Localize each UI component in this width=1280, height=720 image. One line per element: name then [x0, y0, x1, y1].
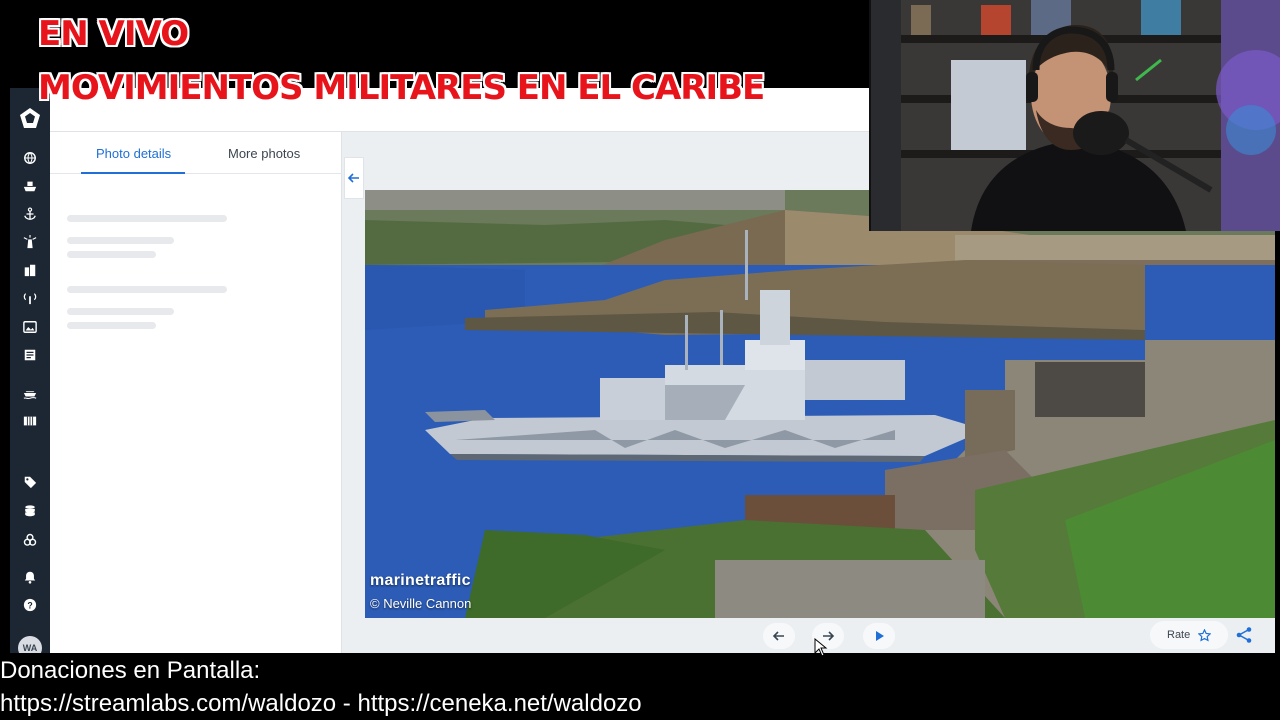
loading-placeholder [67, 286, 227, 293]
lighthouse-icon[interactable] [22, 234, 38, 250]
tab-more-photos[interactable]: More photos [228, 146, 300, 161]
bell-icon[interactable] [22, 569, 38, 585]
ship-icon[interactable] [22, 178, 38, 194]
previous-photo-button[interactable] [763, 623, 795, 649]
donation-links: https://streamlabs.com/waldozo - https:/… [0, 690, 642, 717]
loading-placeholder [67, 251, 156, 258]
donations-label: Donaciones en Pantalla: [0, 657, 261, 684]
tab-photo-details[interactable]: Photo details [96, 146, 171, 161]
marinetraffic-logo[interactable] [18, 106, 42, 130]
antenna-icon[interactable] [22, 290, 38, 306]
fleet-icon[interactable] [22, 385, 38, 401]
star-icon [1198, 628, 1212, 642]
tag-icon[interactable] [22, 474, 38, 490]
arrow-left-icon [347, 173, 359, 183]
play-slideshow-button[interactable] [863, 623, 895, 649]
rate-button[interactable]: Rate [1150, 621, 1228, 649]
database-icon[interactable] [22, 503, 38, 519]
layers-icon[interactable] [22, 532, 38, 548]
ship-photo: marinetraffic © Neville Cannon [365, 190, 1275, 618]
panel-tabs: Photo details More photos [50, 132, 342, 174]
stream-title-live: EN VIVO [38, 14, 189, 54]
streamer-webcam [869, 0, 1280, 231]
photo-details-panel: Photo details More photos [50, 132, 342, 653]
photo-watermark-brand: marinetraffic [370, 572, 471, 589]
buildings-icon[interactable] [22, 262, 38, 278]
help-icon[interactable]: ? [22, 597, 38, 613]
photos-icon[interactable] [22, 319, 38, 335]
active-tab-indicator [81, 172, 185, 174]
svg-text:?: ? [27, 601, 32, 611]
share-icon [1236, 627, 1252, 643]
sidebar-rail: ? WA [10, 88, 50, 653]
webcam-feed [871, 0, 1280, 231]
share-button[interactable] [1227, 621, 1261, 649]
news-icon[interactable] [22, 347, 38, 363]
collapse-panel-button[interactable] [344, 157, 364, 199]
donations-banner: Donaciones en Pantalla: https://streamla… [0, 653, 1280, 720]
mouse-cursor-icon [814, 638, 828, 657]
photo-credit: © Neville Cannon [370, 596, 472, 611]
ship-photo-image [365, 190, 1275, 618]
loading-placeholder [67, 308, 174, 315]
globe-icon[interactable] [22, 150, 38, 166]
arrow-left-icon [772, 631, 784, 641]
user-avatar[interactable]: WA [18, 636, 42, 653]
stream-title-topic: MOVIMIENTOS MILITARES EN EL CARIBE [38, 68, 765, 108]
play-icon [876, 631, 884, 641]
anchor-icon[interactable] [22, 206, 38, 222]
rate-label: Rate [1167, 629, 1191, 641]
loading-placeholder [67, 215, 227, 222]
table-icon[interactable] [22, 413, 38, 429]
loading-placeholder [67, 237, 174, 244]
loading-placeholder [67, 322, 156, 329]
